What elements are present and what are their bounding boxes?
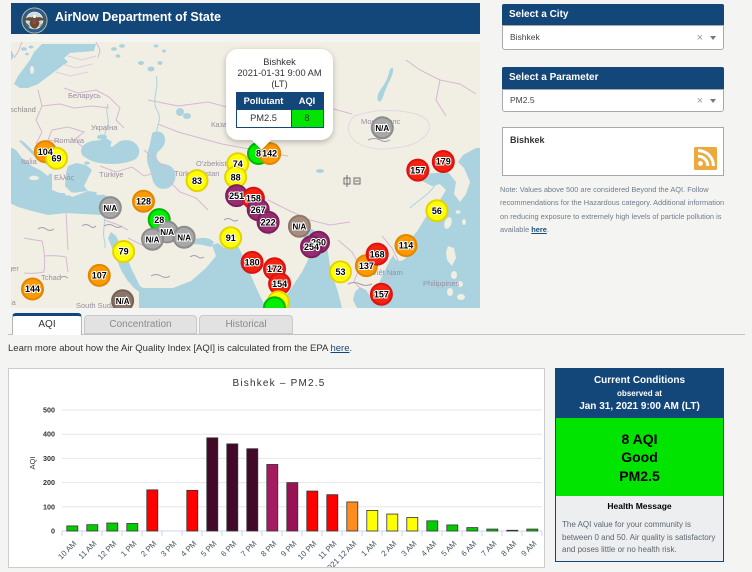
svg-text:142: 142	[262, 149, 277, 159]
svg-text:N/A: N/A	[160, 228, 174, 237]
svg-text:157: 157	[410, 165, 425, 175]
svg-text:7 AM: 7 AM	[479, 539, 498, 558]
svg-text:N/A: N/A	[293, 223, 307, 232]
svg-text:180: 180	[245, 258, 260, 268]
svg-text:N/A: N/A	[103, 204, 117, 213]
svg-text:2 PM: 2 PM	[139, 539, 158, 558]
svg-text:3 AM: 3 AM	[399, 539, 418, 558]
svg-text:0: 0	[51, 527, 55, 536]
svg-text:56: 56	[432, 206, 442, 216]
svg-text:6 PM: 6 PM	[219, 539, 238, 558]
svg-text:168: 168	[370, 249, 385, 259]
svg-text:91: 91	[226, 233, 236, 243]
svg-text:8 AM: 8 AM	[499, 539, 518, 558]
svg-text:7 PM: 7 PM	[239, 539, 258, 558]
svg-text:137: 137	[359, 261, 374, 271]
svg-text:Italia: Italia	[21, 157, 38, 166]
svg-text:222: 222	[261, 217, 276, 227]
svg-text:10 PM: 10 PM	[296, 539, 318, 561]
svg-text:Tchad: Tchad	[41, 273, 61, 282]
svg-text:179: 179	[436, 157, 451, 167]
svg-text:N/A: N/A	[177, 233, 191, 242]
svg-text:53: 53	[335, 267, 345, 277]
svg-text:88: 88	[231, 172, 241, 182]
svg-text:2 AM: 2 AM	[379, 539, 398, 558]
svg-text:1 PM: 1 PM	[119, 539, 138, 558]
svg-text:158: 158	[246, 193, 261, 203]
svg-text:11 AM: 11 AM	[77, 539, 99, 561]
svg-text:ia: ia	[11, 298, 17, 307]
svg-text:9 AM: 9 AM	[519, 539, 538, 558]
svg-text:107: 107	[92, 271, 107, 281]
svg-text:74: 74	[233, 159, 243, 169]
svg-text:România: România	[54, 136, 85, 145]
svg-text:267: 267	[251, 205, 266, 215]
svg-text:Беларусь: Беларусь	[68, 91, 101, 100]
svg-text:154: 154	[272, 279, 287, 289]
svg-text:5 AM: 5 AM	[439, 539, 458, 558]
svg-text:254: 254	[304, 242, 319, 252]
svg-text:400: 400	[43, 430, 55, 439]
svg-text:Türkiye: Türkiye	[99, 170, 124, 179]
svg-text:N/A: N/A	[116, 297, 130, 306]
svg-text:Україна: Україна	[91, 123, 118, 132]
svg-text:AQI: AQI	[28, 456, 37, 469]
svg-text:157: 157	[374, 290, 389, 300]
svg-text:10 AM: 10 AM	[56, 539, 78, 561]
svg-text:Bishkek – PM2.5: Bishkek – PM2.5	[232, 378, 325, 389]
svg-text:schland: schland	[11, 105, 36, 114]
svg-text:69: 69	[51, 154, 61, 164]
svg-text:4 PM: 4 PM	[179, 539, 198, 558]
svg-text:N/A: N/A	[375, 124, 389, 133]
svg-text:300: 300	[43, 454, 55, 463]
svg-text:ger: ger	[11, 264, 19, 273]
svg-text:144: 144	[25, 284, 40, 294]
svg-text:6 AM: 6 AM	[459, 539, 478, 558]
svg-text:8 PM: 8 PM	[259, 539, 278, 558]
svg-text:500: 500	[43, 406, 55, 415]
svg-text:172: 172	[267, 264, 282, 274]
svg-text:12 PM: 12 PM	[96, 539, 118, 561]
svg-text:Philippines: Philippines	[423, 279, 460, 288]
svg-text:28: 28	[154, 215, 164, 225]
svg-text:N/A: N/A	[146, 235, 160, 244]
svg-text:5 PM: 5 PM	[199, 539, 218, 558]
svg-text:83: 83	[192, 176, 202, 186]
svg-text:100: 100	[43, 502, 55, 511]
svg-text:Ελλάς: Ελλάς	[54, 173, 75, 182]
svg-text:200: 200	[43, 478, 55, 487]
svg-text:4 AM: 4 AM	[419, 539, 438, 558]
svg-text:1 AM: 1 AM	[359, 539, 378, 558]
svg-text:79: 79	[119, 247, 129, 257]
svg-text:3 PM: 3 PM	[159, 539, 178, 558]
svg-text:114: 114	[399, 241, 414, 251]
svg-text:251: 251	[229, 191, 244, 201]
svg-text:128: 128	[136, 197, 151, 207]
svg-text:8: 8	[256, 149, 261, 159]
